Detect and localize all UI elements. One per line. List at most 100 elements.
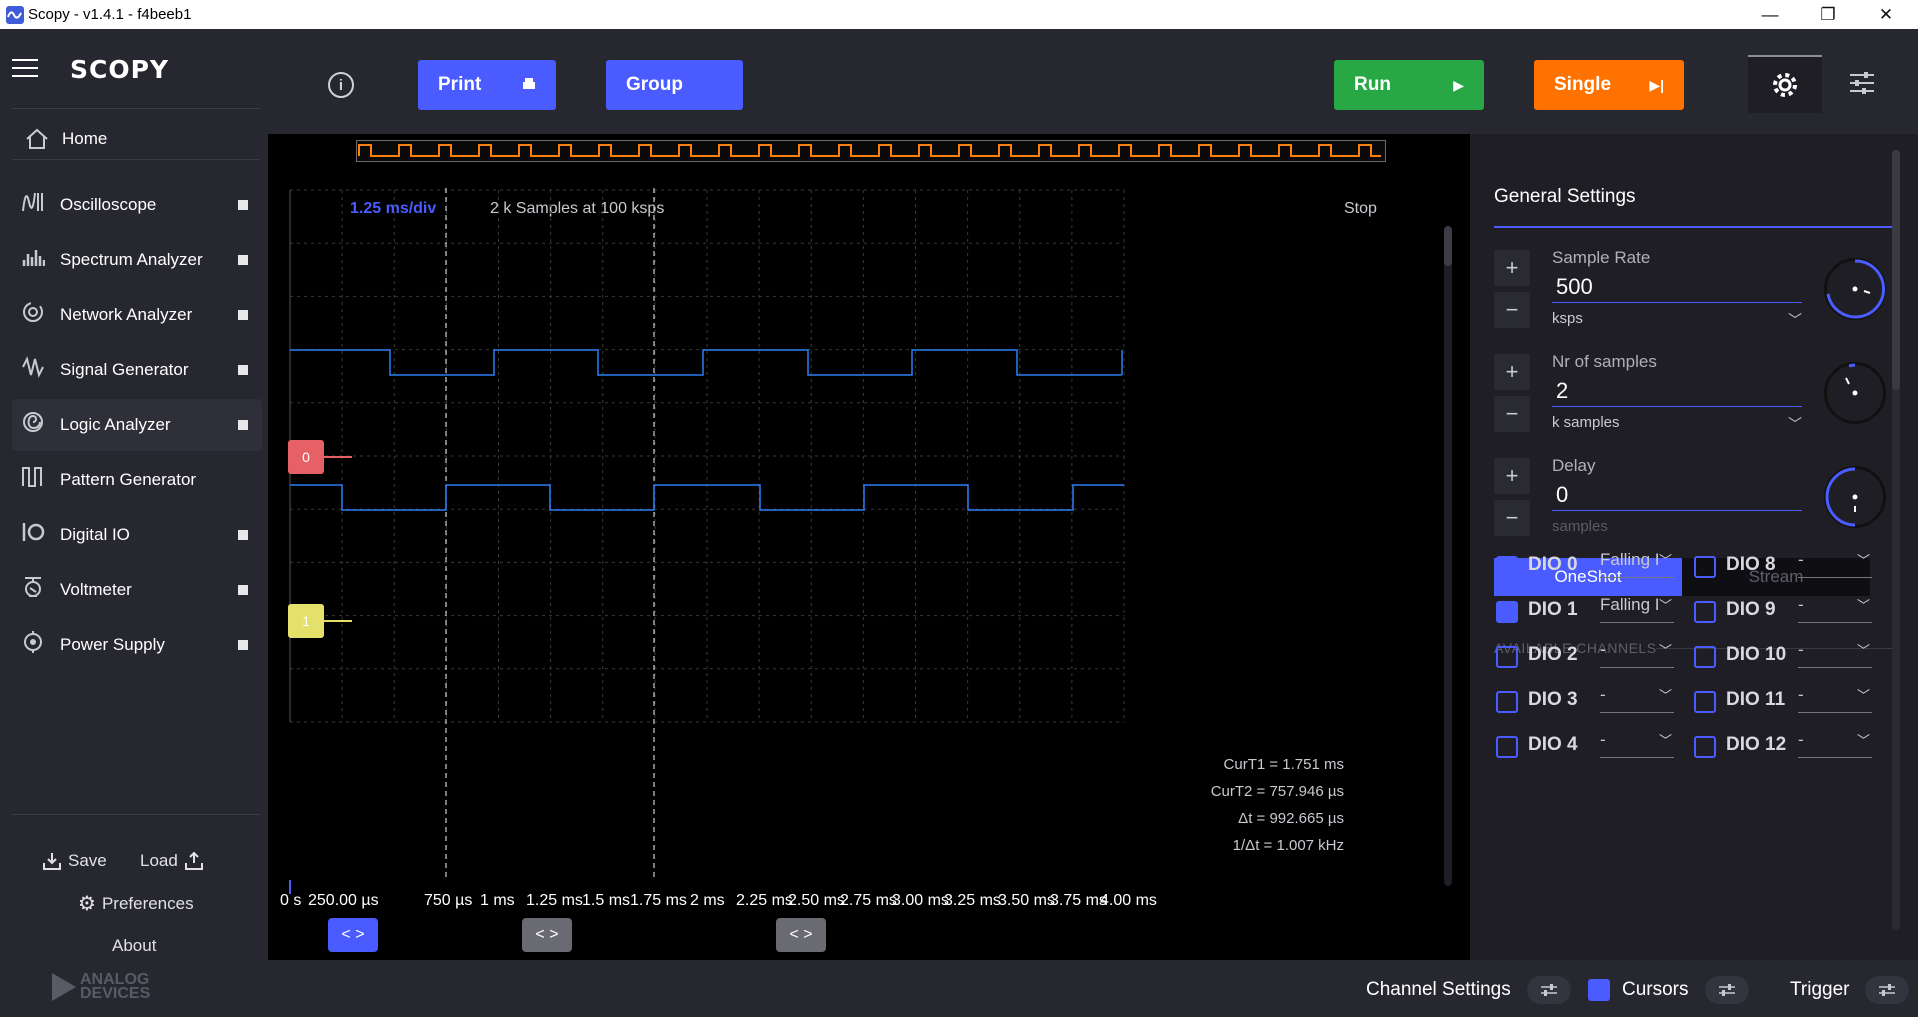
sidebar-item-digital-io[interactable]: Digital IO — [12, 509, 262, 561]
settings-sliders-icon[interactable] — [1848, 71, 1876, 95]
channel-trigger-value: Falling I — [1600, 595, 1660, 614]
channel-0-handle[interactable]: 0 — [288, 440, 324, 474]
time-position-handle[interactable]: < > — [328, 918, 378, 952]
nr-samples-knob[interactable] — [1824, 362, 1886, 424]
channel-enable-checkbox[interactable] — [1694, 556, 1716, 578]
close-button[interactable]: ✕ — [1858, 0, 1914, 29]
channel-trigger-value: - — [1798, 550, 1804, 569]
channel-trigger-select[interactable]: - ﹀ — [1798, 683, 1872, 713]
sidebar-item-pattern-generator[interactable]: Pattern Generator — [12, 454, 262, 506]
window-title: Scopy - v1.4.1 - f4beeb1 — [28, 6, 192, 23]
delay-increment[interactable]: + — [1494, 458, 1530, 494]
preferences-label: Preferences — [101, 893, 194, 913]
general-settings-button[interactable] — [1748, 55, 1822, 113]
channel-enable-checkbox[interactable] — [1694, 646, 1716, 668]
instrument-status-indicator — [238, 255, 248, 265]
nr-samples-decrement[interactable]: − — [1494, 396, 1530, 432]
divider — [12, 159, 260, 160]
channel-trigger-select[interactable]: - ﹀ — [1600, 683, 1674, 713]
sidebar-item-home[interactable]: Home — [24, 119, 264, 159]
x-axis-tick-label: 2.50 ms — [788, 892, 845, 909]
scrollbar-thumb[interactable] — [1892, 150, 1900, 390]
channel-enable-checkbox[interactable] — [1496, 601, 1518, 623]
cursor-t2-handle[interactable]: < > — [522, 918, 572, 952]
save-label: Save — [68, 851, 107, 870]
channel-name: DIO 11 — [1726, 689, 1786, 710]
channel-enable-checkbox[interactable] — [1694, 691, 1716, 713]
preferences-button[interactable]: ⚙ Preferences — [78, 891, 194, 916]
channel-enable-checkbox[interactable] — [1496, 691, 1518, 713]
sidebar-item-oscilloscope[interactable]: Oscilloscope — [12, 179, 262, 231]
sidebar-item-spectrum-analyzer[interactable]: Spectrum Analyzer — [12, 234, 262, 286]
sidebar-item-power-supply[interactable]: Power Supply — [12, 619, 262, 671]
channel-trigger-select[interactable]: - ﹀ — [1798, 548, 1872, 578]
sidebar-item-voltmeter[interactable]: Voltmeter — [12, 564, 262, 616]
cursors-toggle[interactable]: Cursors — [1588, 976, 1749, 1004]
delay-decrement[interactable]: − — [1494, 500, 1530, 536]
sidebar-item-network-analyzer[interactable]: Network Analyzer — [12, 289, 262, 341]
cursors-label: Cursors — [1622, 979, 1689, 1000]
panel-scrollbar[interactable] — [1892, 150, 1900, 930]
channel-trigger-select[interactable]: Falling I ﹀ — [1600, 593, 1674, 623]
sample-rate-unit-select[interactable]: ksps ﹀ — [1552, 310, 1802, 328]
channel-enable-checkbox[interactable] — [1496, 736, 1518, 758]
sidebar-item-label: Pattern Generator — [60, 470, 197, 489]
scrollbar-thumb[interactable] — [1444, 226, 1452, 266]
sidebar-item-logic-analyzer[interactable]: Logic Analyzer — [12, 399, 262, 451]
load-button[interactable]: Load — [140, 851, 204, 871]
x-axis-tick-label: 3.00 ms — [892, 892, 949, 909]
channel-settings-button[interactable]: Channel Settings — [1366, 976, 1571, 1004]
panel-title: General Settings — [1494, 186, 1636, 207]
load-label: Load — [140, 851, 178, 870]
delay-knob[interactable] — [1824, 466, 1886, 528]
cursor-t1-handle[interactable]: < > — [776, 918, 826, 952]
info-icon[interactable]: i — [328, 72, 354, 98]
save-button[interactable]: Save — [42, 851, 107, 871]
hamburger-menu-icon[interactable] — [12, 59, 38, 79]
channel-enable-checkbox[interactable] — [1694, 601, 1716, 623]
restore-button[interactable]: ❐ — [1800, 0, 1856, 29]
channel-trigger-select[interactable]: - ﹀ — [1600, 638, 1674, 668]
channel-trigger-select[interactable]: - ﹀ — [1798, 593, 1872, 623]
channel-trigger-select[interactable]: - ﹀ — [1600, 728, 1674, 758]
channel-enable-checkbox[interactable] — [1496, 556, 1518, 578]
channel-trigger-select[interactable]: - ﹀ — [1798, 638, 1872, 668]
sidebar-item-label: Voltmeter — [60, 580, 132, 599]
nr-samples-input[interactable]: 2 — [1552, 378, 1802, 407]
sample-rate-knob[interactable] — [1824, 258, 1886, 320]
chevron-down-icon: ﹀ — [1856, 733, 1870, 748]
minimize-button[interactable]: — — [1742, 0, 1798, 29]
channel-trigger-select[interactable]: Falling I ﹀ — [1600, 548, 1674, 578]
bottom-bar: Channel Settings Cursors Trigger — [268, 960, 1918, 1017]
cursor-readout-freq: 1/Δt = 1.007 kHz — [1232, 837, 1344, 854]
plot-scrollbar[interactable] — [1444, 226, 1452, 886]
x-axis-tick-label: 3.75 ms — [1050, 892, 1107, 909]
run-button[interactable]: Run ▶ — [1334, 60, 1484, 110]
channel-trigger-value: - — [1600, 730, 1606, 749]
trigger-settings-button[interactable]: Trigger — [1790, 976, 1910, 1004]
about-label: About — [112, 936, 157, 955]
cursors-checkbox[interactable] — [1588, 979, 1610, 1001]
about-button[interactable]: About — [112, 936, 156, 956]
nr-samples-unit-select[interactable]: k samples ﹀ — [1552, 414, 1802, 432]
channel-enable-checkbox[interactable] — [1496, 646, 1518, 668]
channel-trigger-select[interactable]: - ﹀ — [1798, 728, 1872, 758]
single-button[interactable]: Single ▶| — [1534, 60, 1684, 110]
group-button[interactable]: Group — [606, 60, 743, 110]
sidebar-item-label: Home — [62, 129, 108, 148]
sample-rate-decrement[interactable]: − — [1494, 292, 1530, 328]
print-button[interactable]: Print — [418, 60, 556, 110]
sidebar-item-label: Oscilloscope — [60, 195, 157, 214]
cursor-readout-t2: CurT2 = 757.946 µs — [1210, 783, 1344, 800]
delay-input[interactable]: 0 — [1552, 482, 1802, 511]
channel-name: DIO 8 — [1726, 554, 1776, 575]
sample-rate-increment[interactable]: + — [1494, 250, 1530, 286]
nr-samples-increment[interactable]: + — [1494, 354, 1530, 390]
channel-1-handle[interactable]: 1 — [288, 604, 324, 638]
group-label: Group — [626, 74, 683, 95]
x-axis-tick-label: 2 ms — [690, 892, 725, 909]
channel-enable-checkbox[interactable] — [1694, 736, 1716, 758]
sidebar-item-signal-generator[interactable]: Signal Generator — [12, 344, 262, 396]
sample-rate-input[interactable]: 500 — [1552, 274, 1802, 303]
pattern-icon — [18, 466, 48, 494]
